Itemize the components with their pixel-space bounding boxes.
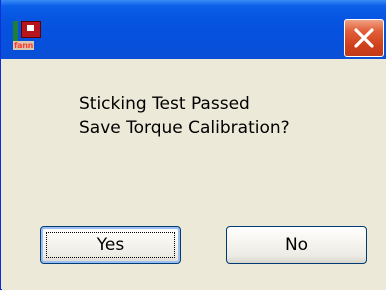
message-line-1: Sticking Test Passed (79, 94, 250, 114)
message-line-2: Save Torque Calibration? (79, 118, 290, 138)
title-bar[interactable]: fann (1, 0, 386, 59)
no-button-label: No (284, 235, 309, 255)
dialog-window: fann Sticking Test Passed Save Torque Ca… (0, 0, 386, 290)
yes-button-label: Yes (96, 235, 125, 255)
dialog-message: Sticking Test Passed Save Torque Calibra… (79, 92, 290, 140)
close-icon (354, 28, 374, 48)
close-button[interactable] (344, 19, 384, 57)
yes-button[interactable]: Yes (40, 226, 181, 264)
app-brand-label: fann (13, 41, 35, 50)
app-icon[interactable]: fann (13, 19, 43, 51)
app-icon-screen (21, 21, 41, 38)
app-icon-bar (13, 21, 18, 43)
no-button[interactable]: No (226, 226, 367, 264)
